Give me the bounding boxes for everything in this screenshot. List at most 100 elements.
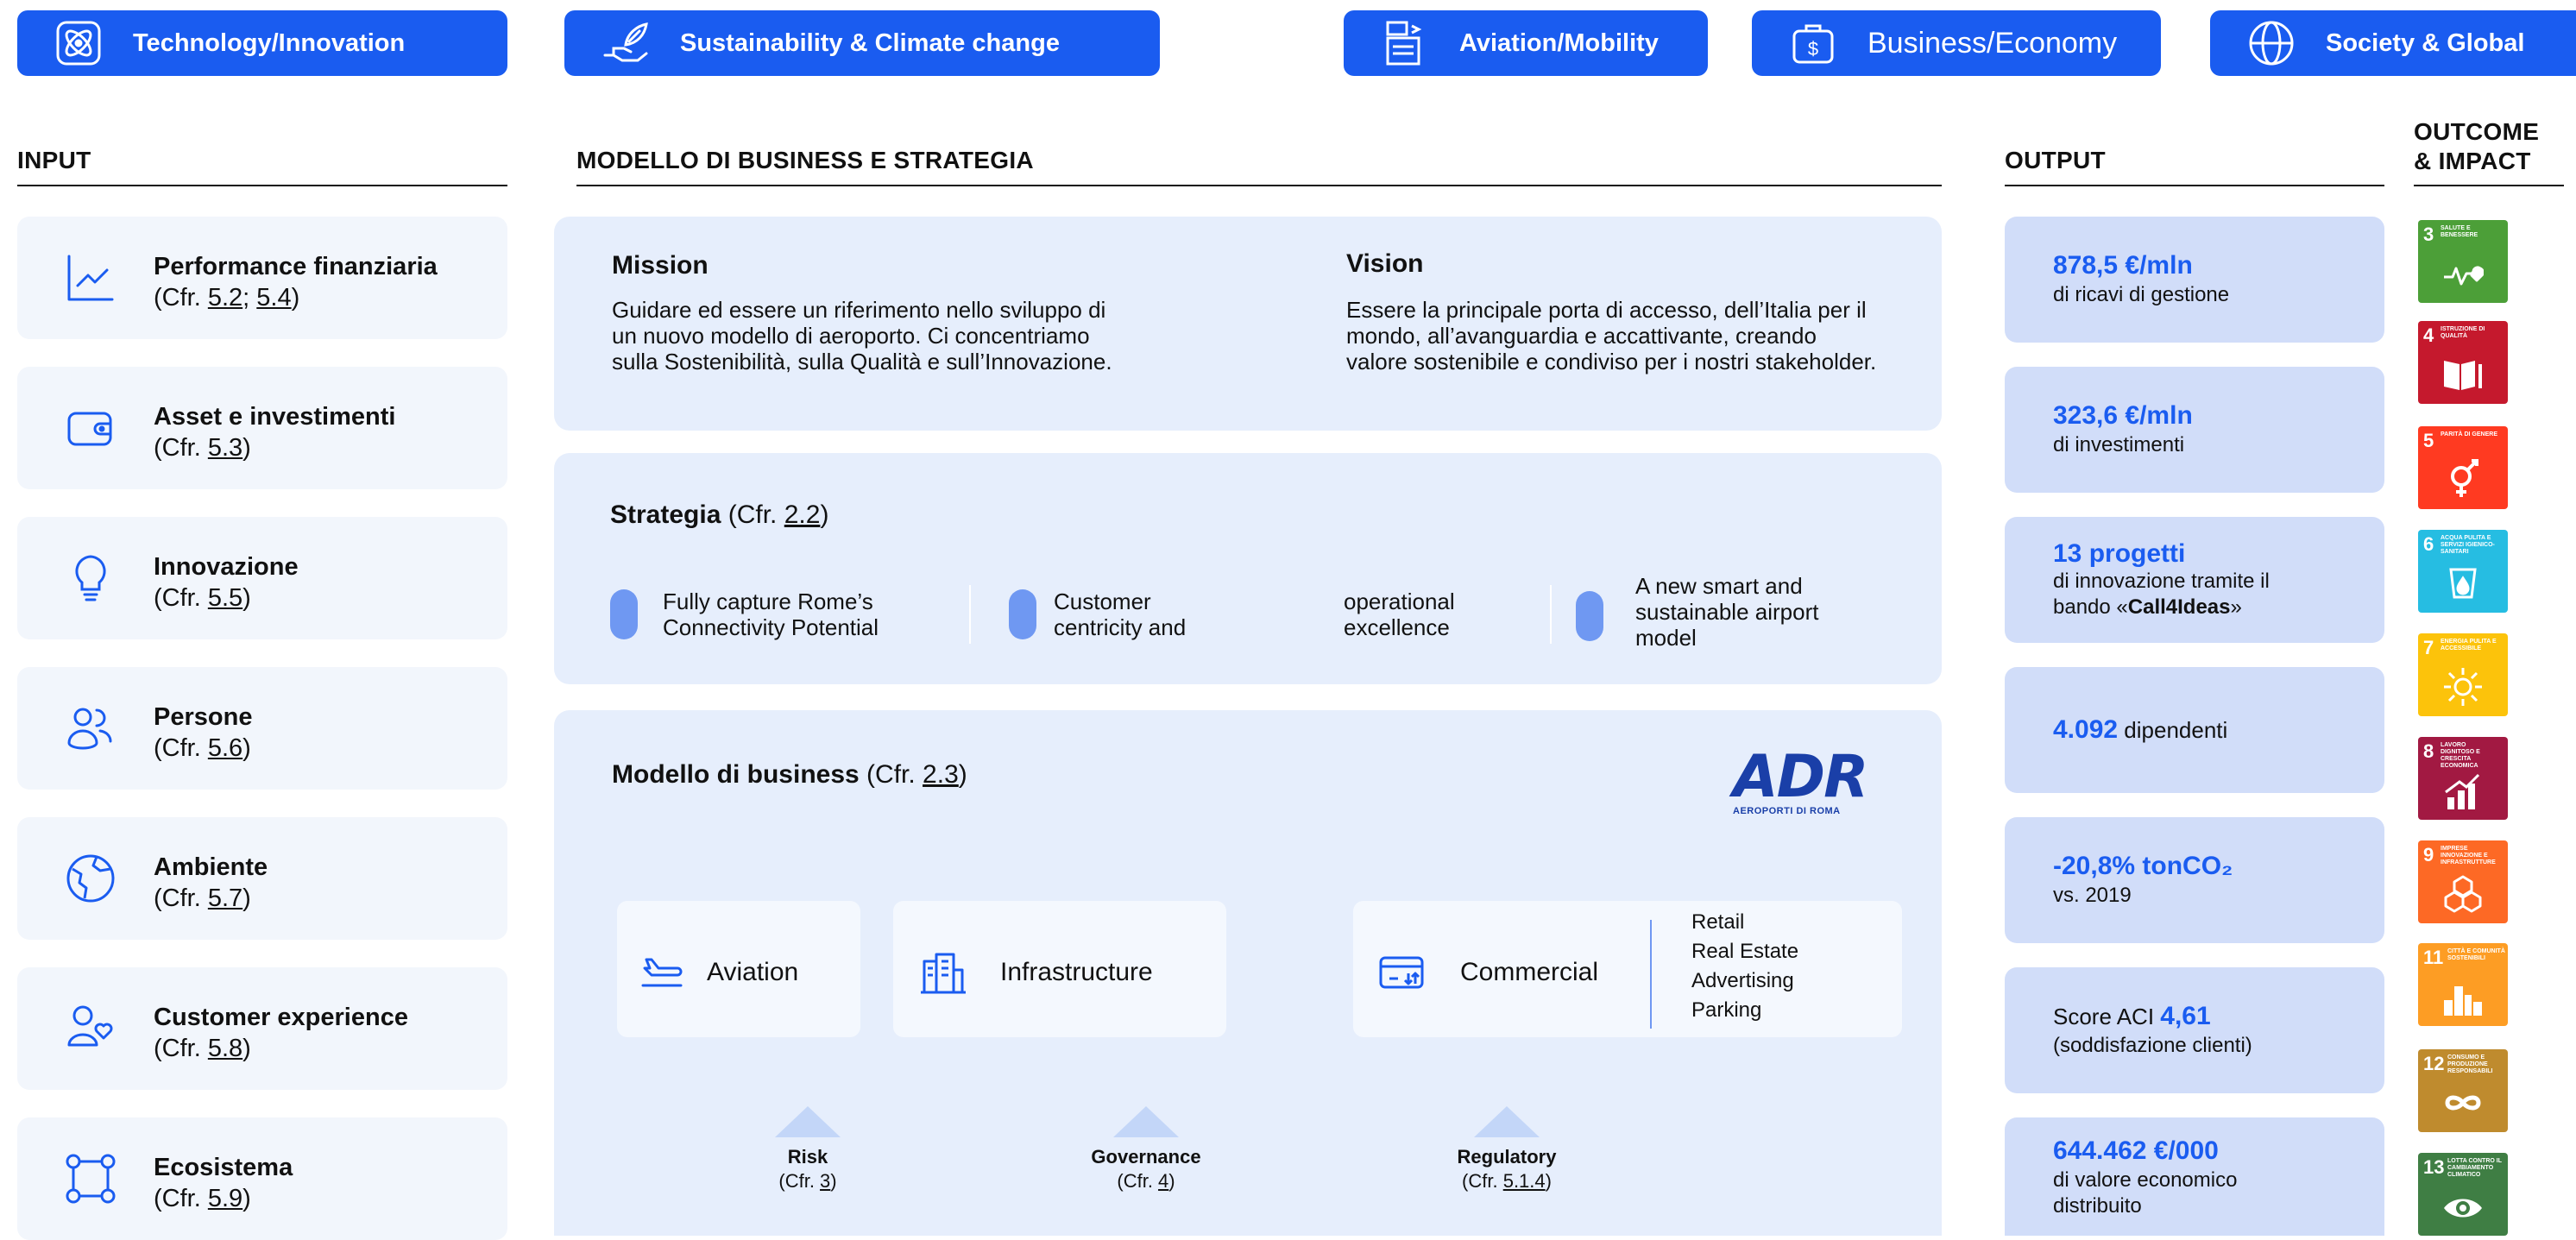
- category-pill-business[interactable]: $ Business/Economy: [1752, 10, 2161, 76]
- strategy-pillar-marker: [610, 589, 638, 639]
- category-pill-technology[interactable]: Technology/Innovation: [17, 10, 507, 76]
- sdg-12-tile: 12 CONSUMO E PRODUZIONE RESPONSABILI: [2418, 1049, 2508, 1132]
- heartbeat-icon: [2444, 266, 2484, 286]
- regulatory-title: Regulatory: [1457, 1146, 1557, 1168]
- input-header: INPUT: [17, 147, 91, 173]
- input-card-customer[interactable]: Customer experience (Cfr. 5.8): [17, 967, 507, 1090]
- wallet-icon: [62, 400, 119, 456]
- vision-title: Vision: [1346, 249, 1424, 278]
- infinity-icon: [2445, 1095, 2481, 1111]
- water-icon: [2449, 568, 2477, 599]
- strategy-divider: [1550, 585, 1552, 644]
- input-title: Customer experience: [154, 1004, 408, 1031]
- output-label: di ricavi di gestione: [2053, 283, 2230, 306]
- business-card-infrastructure[interactable]: Infrastructure: [893, 901, 1226, 1037]
- input-card-innovation[interactable]: Innovazione (Cfr. 5.5): [17, 517, 507, 639]
- city-icon: [2444, 986, 2482, 1016]
- commercial-item: Real Estate: [1691, 940, 1799, 963]
- output-value: 323,6 €/mln: [2053, 401, 2193, 430]
- category-label: Sustainability & Climate change: [680, 28, 1060, 57]
- output-card-projects: 13 progetti di innovazione tramite il ba…: [2005, 517, 2384, 643]
- governance-title: Governance: [1091, 1146, 1201, 1168]
- input-title: Ecosistema: [154, 1154, 293, 1181]
- output-card-economic-value: 644.462 €/000 di valore economico distri…: [2005, 1117, 2384, 1236]
- output-label: (soddisfazione clienti): [2053, 1034, 2252, 1057]
- input-title: Ambiente: [154, 853, 268, 881]
- commercial-item: Parking: [1691, 998, 1762, 1022]
- strategy-pillar-marker: [1009, 589, 1036, 639]
- output-label: di investimenti: [2053, 433, 2185, 456]
- category-label: Aviation/Mobility: [1459, 28, 1659, 57]
- category-pill-aviation[interactable]: Aviation/Mobility: [1344, 10, 1708, 76]
- input-ref: (Cfr. 5.6): [154, 734, 251, 762]
- credit-card-icon: [1379, 956, 1424, 989]
- sdg-8-tile: 8 LAVORO DIGNITOSO E CRESCITA ECONOMICA: [2418, 737, 2508, 820]
- input-card-finance[interactable]: Performance finanziaria (Cfr. 5.2; 5.4): [17, 217, 507, 339]
- strategy-pillar-marker: [1576, 591, 1603, 641]
- outcome-header: OUTCOME & IMPACT: [2414, 118, 2540, 174]
- input-title: Innovazione: [154, 553, 299, 581]
- sdg-7-tile: 7 ENERGIA PULITA E ACCESSIBILE: [2418, 633, 2508, 716]
- category-pill-society[interactable]: Society & Global: [2210, 10, 2576, 76]
- business-card-label: Infrastructure: [1000, 958, 1153, 986]
- input-card-people[interactable]: Persone (Cfr. 5.6): [17, 667, 507, 790]
- output-value: 4.092 dipendenti: [2053, 715, 2228, 744]
- sun-icon: [2444, 668, 2482, 706]
- business-header: MODELLO DI BUSINESS E STRATEGIA: [576, 147, 1034, 173]
- output-header: OUTPUT: [2005, 147, 2106, 173]
- category-label: Technology/Innovation: [133, 28, 406, 57]
- commercial-items: Retail Real Estate Advertising Parking: [1691, 908, 1798, 1025]
- business-model-title: Modello di business (Cfr. 2.3): [612, 760, 967, 789]
- input-card-assets[interactable]: Asset e investimenti (Cfr. 5.3): [17, 367, 507, 489]
- commercial-item: Advertising: [1691, 969, 1794, 992]
- adr-logo: ADR AEROPORTI DI ROMA: [1733, 743, 1868, 817]
- output-value: 13 progetti: [2053, 539, 2186, 568]
- output-value: 878,5 €/mln: [2053, 251, 2193, 280]
- output-label: di innovazione tramite il bando «Call4Id…: [2053, 570, 2270, 619]
- sdg-11-tile: 11 CITTÀ E COMUNITÀ SOSTENIBILI: [2418, 943, 2508, 1026]
- commercial-divider: [1650, 920, 1652, 1029]
- input-title: Asset e investimenti: [154, 403, 396, 431]
- output-card-emissions: -20,8% tonCO₂ vs. 2019: [2005, 817, 2384, 943]
- output-card-revenue: 878,5 €/mln di ricavi di gestione: [2005, 217, 2384, 343]
- input-ref: (Cfr. 5.3): [154, 434, 251, 462]
- regulatory-arrow: [1474, 1106, 1540, 1137]
- hand-leaf-icon: [595, 13, 656, 73]
- network-icon: [62, 1150, 119, 1207]
- mission-text: Guidare ed essere un riferimento nello s…: [612, 297, 1112, 375]
- input-ref: (Cfr. 5.5): [154, 584, 251, 612]
- input-title: Persone: [154, 703, 253, 731]
- input-card-ecosystem[interactable]: Ecosistema (Cfr. 5.9): [17, 1117, 507, 1240]
- business-card-aviation[interactable]: Aviation: [617, 901, 860, 1037]
- input-ref: (Cfr. 5.9): [154, 1185, 251, 1212]
- person-heart-icon: [62, 1000, 119, 1057]
- sdg-5-tile: 5 PARITÀ DI GENERE: [2418, 426, 2508, 509]
- earth-icon: [62, 850, 119, 907]
- output-value: Score ACI 4,61: [2053, 1002, 2211, 1030]
- input-title: Performance finanziaria: [154, 253, 438, 280]
- business-card-commercial[interactable]: Commercial Retail Real Estate Advertisin…: [1353, 901, 1902, 1037]
- input-card-environment[interactable]: Ambiente (Cfr. 5.7): [17, 817, 507, 940]
- buildings-icon: [921, 953, 966, 994]
- category-pill-sustainability[interactable]: Sustainability & Climate change: [564, 10, 1160, 76]
- strategy-pillar-2-cont: operational excellence: [1344, 589, 1455, 640]
- commercial-item: Retail: [1691, 910, 1745, 934]
- book-icon: [2444, 361, 2482, 390]
- sdg-3-tile: 3 SALUTE E BENESSERE: [2418, 220, 2508, 303]
- category-label: Business/Economy: [1867, 26, 2118, 60]
- people-icon: [62, 700, 119, 757]
- category-label: Society & Global: [2326, 28, 2525, 57]
- output-value: -20,8% tonCO₂: [2053, 852, 2233, 880]
- mission-title: Mission: [612, 251, 709, 280]
- input-ref: (Cfr. 5.2; 5.4): [154, 284, 300, 312]
- lightbulb-icon: [62, 550, 119, 607]
- strategy-divider: [969, 585, 971, 644]
- strategy-pillar-2: Customer centricity and: [1054, 589, 1187, 640]
- strategy-title: Strategia (Cfr. 2.2): [610, 500, 829, 529]
- globe-icon: [2241, 13, 2302, 73]
- svg-text:$: $: [1808, 38, 1818, 60]
- sdg-9-tile: 9 IMPRESE INNOVAZIONE E INFRASTRUTTURE: [2418, 840, 2508, 923]
- strategy-pillar-1: Fully capture Rome’s Connectivity Potenti…: [663, 589, 879, 640]
- risk-ref: (Cfr. 3): [778, 1170, 837, 1192]
- input-header-rule: [17, 185, 507, 186]
